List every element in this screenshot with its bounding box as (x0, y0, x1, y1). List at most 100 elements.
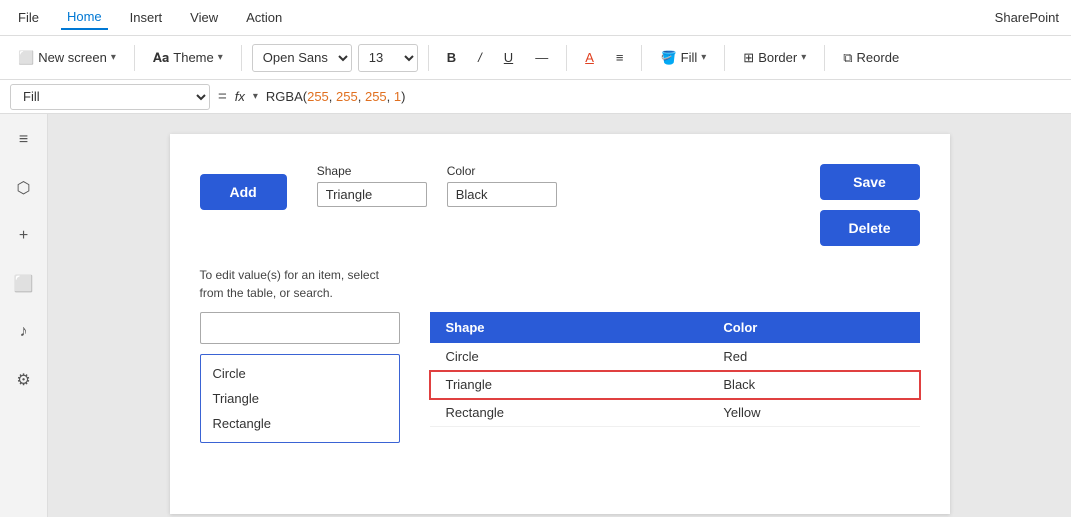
canvas-row2: Circle Triangle Rectangle Shape Color (200, 312, 920, 443)
list-item-rectangle[interactable]: Rectangle (201, 411, 399, 436)
reorder-label: Reorde (857, 50, 900, 65)
border-button[interactable]: ⊞ Border ▾ (735, 46, 814, 70)
table-row[interactable]: Circle Red (430, 343, 920, 371)
theme-chevron: ▾ (218, 52, 223, 63)
fill-label: Fill (681, 50, 698, 65)
right-col: Shape Color Circle Red Triangle Black Re… (430, 312, 920, 443)
sep5 (641, 45, 642, 71)
hint-line2: from the table, or search. (200, 286, 333, 300)
toolbar: ⬜ New screen ▾ 𝐀𝐚 Theme ▾ Open Sans 13 B… (0, 36, 1071, 80)
underline-icon: U (504, 50, 513, 65)
font-color-button[interactable]: A (577, 46, 602, 69)
rgba-g: 255 (336, 89, 358, 104)
shape-label: Shape (317, 164, 427, 178)
main-layout: ≡ ⬡ + ⬜ ♪ ⚙ Add Shape Color (0, 114, 1071, 517)
sidebar-add-icon[interactable]: + (8, 220, 40, 252)
app-canvas: Add Shape Color Save Delete (170, 134, 950, 514)
strikethrough-button[interactable]: — (527, 46, 556, 69)
border-label: Border (758, 50, 797, 65)
fx-label: fx (235, 89, 245, 104)
menu-bar: File Home Insert View Action SharePoint (0, 0, 1071, 36)
new-screen-chevron: ▾ (111, 52, 116, 63)
equals-sign: = (218, 88, 227, 105)
delete-button[interactable]: Delete (820, 210, 920, 246)
formula-chevron: ▾ (253, 91, 258, 102)
table-cell-color: Yellow (707, 399, 919, 427)
table-cell-shape: Triangle (430, 371, 708, 399)
formula-bar: Fill = fx ▾ RGBA(255, 255, 255, 1) (0, 80, 1071, 114)
color-input[interactable] (447, 182, 557, 207)
shape-field-group: Shape (317, 164, 427, 207)
app-name: SharePoint (995, 10, 1059, 25)
left-col: Circle Triangle Rectangle (200, 312, 410, 443)
align-icon: ≡ (616, 50, 624, 65)
data-table: Shape Color Circle Red Triangle Black Re… (430, 312, 920, 427)
save-button[interactable]: Save (820, 164, 920, 200)
sidebar-settings-icon[interactable]: ⚙ (8, 364, 40, 396)
list-item-circle[interactable]: Circle (201, 361, 399, 386)
new-screen-button[interactable]: ⬜ New screen ▾ (10, 46, 124, 70)
fill-icon: 🪣 (660, 50, 676, 66)
sep6 (724, 45, 725, 71)
property-select[interactable]: Fill (10, 84, 210, 110)
list-item-triangle[interactable]: Triangle (201, 386, 399, 411)
rgba-a: 1 (394, 89, 401, 104)
formula-value: RGBA(255, 255, 255, 1) (266, 89, 406, 104)
canvas-top-row: Add Shape Color Save Delete (200, 164, 920, 246)
font-select[interactable]: Open Sans (252, 44, 352, 72)
new-screen-label: New screen (38, 50, 107, 65)
menu-action[interactable]: Action (240, 6, 288, 29)
table-cell-color: Red (707, 343, 919, 371)
border-icon: ⊞ (743, 50, 754, 66)
align-button[interactable]: ≡ (608, 46, 632, 69)
table-body: Circle Red Triangle Black Rectangle Yell… (430, 343, 920, 427)
table-cell-shape: Circle (430, 343, 708, 371)
screen-icon: ⬜ (18, 50, 34, 66)
sidebar-menu-icon[interactable]: ≡ (8, 124, 40, 156)
fill-button[interactable]: 🪣 Fill ▾ (652, 46, 714, 70)
theme-button[interactable]: 𝐀𝐚 Theme ▾ (145, 46, 231, 70)
col-shape-header: Shape (430, 312, 708, 343)
strikethrough-icon: — (535, 50, 548, 65)
reorder-button[interactable]: ⧉ Reorde (835, 46, 907, 70)
table-row[interactable]: Rectangle Yellow (430, 399, 920, 427)
dropdown-list: Circle Triangle Rectangle (200, 354, 400, 443)
sep1 (134, 45, 135, 71)
font-color-icon: A (585, 50, 594, 65)
underline-button[interactable]: U (496, 46, 521, 69)
table-header-row: Shape Color (430, 312, 920, 343)
col-color-header: Color (707, 312, 919, 343)
bold-button[interactable]: B (439, 46, 464, 69)
sep2 (241, 45, 242, 71)
color-field-group: Color (447, 164, 557, 207)
add-button[interactable]: Add (200, 174, 287, 210)
font-size-select[interactable]: 13 (358, 44, 418, 72)
color-label: Color (447, 164, 557, 178)
shape-color-fields: Shape Color (317, 164, 557, 207)
sidebar-data-icon[interactable]: ⬜ (8, 268, 40, 300)
shape-input[interactable] (317, 182, 427, 207)
table-row[interactable]: Triangle Black (430, 371, 920, 399)
edit-hint: To edit value(s) for an item, select fro… (200, 266, 920, 302)
sidebar: ≡ ⬡ + ⬜ ♪ ⚙ (0, 114, 48, 517)
fill-chevron: ▾ (701, 52, 706, 63)
theme-label: Theme (173, 50, 213, 65)
italic-button[interactable]: / (470, 46, 490, 69)
italic-icon: / (478, 50, 482, 65)
menu-file[interactable]: File (12, 6, 45, 29)
save-delete-group: Save Delete (820, 164, 920, 246)
reorder-icon: ⧉ (843, 50, 852, 66)
menu-home[interactable]: Home (61, 5, 108, 30)
rgba-b: 255 (365, 89, 387, 104)
rgba-r: 255 (307, 89, 329, 104)
canvas-area: Add Shape Color Save Delete (48, 114, 1071, 517)
bold-icon: B (447, 50, 456, 65)
hint-line1: To edit value(s) for an item, select (200, 268, 379, 282)
menu-insert[interactable]: Insert (124, 6, 169, 29)
sidebar-media-icon[interactable]: ♪ (8, 316, 40, 348)
table-cell-shape: Rectangle (430, 399, 708, 427)
sep7 (824, 45, 825, 71)
sidebar-layers-icon[interactable]: ⬡ (8, 172, 40, 204)
menu-view[interactable]: View (184, 6, 224, 29)
search-input[interactable] (200, 312, 400, 344)
